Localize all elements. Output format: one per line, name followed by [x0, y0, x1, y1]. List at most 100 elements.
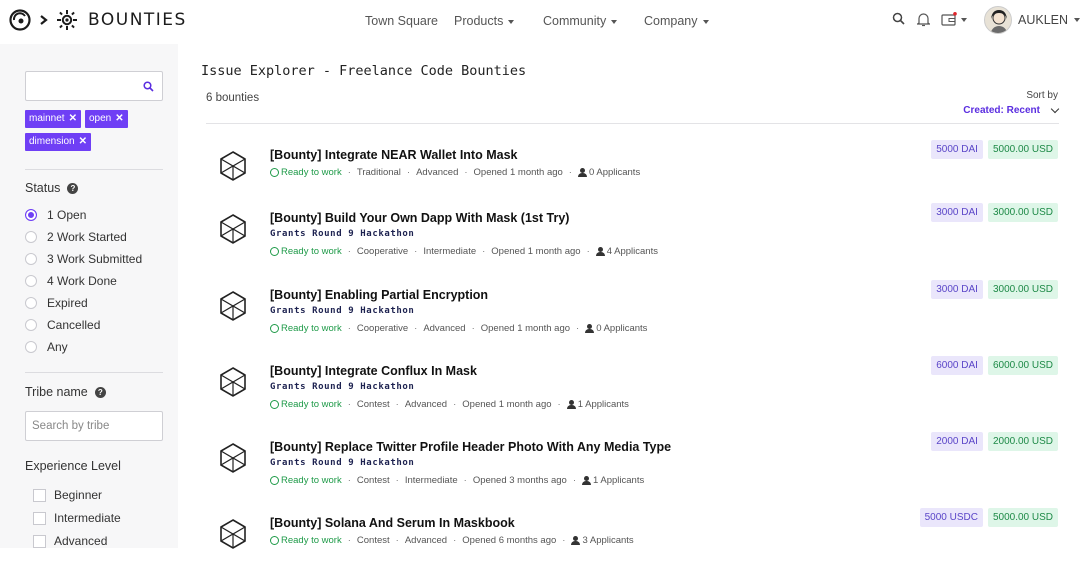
- experience-level: Intermediate: [423, 246, 477, 257]
- filter-chip[interactable]: open ✕: [84, 110, 128, 128]
- radio-button[interactable]: [25, 341, 37, 353]
- bounty-title[interactable]: [Bounty] Integrate Conflux In Mask: [270, 364, 477, 378]
- tribe-search-input[interactable]: [32, 412, 152, 440]
- help-icon[interactable]: ?: [67, 182, 79, 194]
- separator: ·: [395, 535, 399, 546]
- experience-option-beginner[interactable]: Beginner: [33, 488, 102, 502]
- wallet-button[interactable]: [941, 12, 967, 27]
- checkbox[interactable]: [33, 534, 46, 548]
- bounty-card[interactable]: [Bounty] Replace Twitter Profile Header …: [218, 432, 1058, 500]
- radio-button[interactable]: [25, 209, 37, 221]
- bounty-card[interactable]: [Bounty] Integrate NEAR Wallet Into Mask…: [218, 140, 1058, 208]
- option-label: 2 Work Started: [47, 230, 127, 244]
- status-text: Ready to work: [281, 399, 342, 410]
- experience-option-advanced[interactable]: Advanced: [33, 534, 107, 548]
- separator: ·: [557, 399, 561, 410]
- bounty-card[interactable]: [Bounty] Build Your Own Dapp With Mask (…: [218, 203, 1058, 271]
- status-ready: Ready to work: [270, 399, 342, 410]
- nav-town-square[interactable]: Town Square: [365, 14, 438, 28]
- status-option-cancelled[interactable]: Cancelled: [25, 318, 100, 332]
- bounty-grant[interactable]: Grants Round 9 Hackathon: [270, 306, 414, 316]
- checkbox[interactable]: [33, 511, 46, 525]
- remove-chip-icon[interactable]: ✕: [69, 113, 77, 125]
- nav-label: Company: [644, 14, 698, 28]
- bounty-title[interactable]: [Bounty] Solana And Serum In Maskbook: [270, 516, 515, 530]
- radio-button[interactable]: [25, 275, 37, 287]
- bounty-card[interactable]: [Bounty] Solana And Serum In Maskbook Re…: [218, 508, 1058, 576]
- radio-button[interactable]: [25, 297, 37, 309]
- search-icon: [892, 12, 905, 25]
- bounty-card[interactable]: [Bounty] Integrate Conflux In Mask Grant…: [218, 356, 1058, 424]
- separator: ·: [453, 399, 457, 410]
- status-option-work-started[interactable]: 2 Work Started: [25, 230, 127, 244]
- logo[interactable]: BOUNTIES: [8, 8, 187, 32]
- status-option-open[interactable]: 1 Open: [25, 208, 86, 222]
- status-option-work-done[interactable]: 4 Work Done: [25, 274, 117, 288]
- username: AUKLEN: [1018, 13, 1069, 27]
- status-option-work-submitted[interactable]: 3 Work Submitted: [25, 252, 142, 266]
- bounty-title[interactable]: [Bounty] Enabling Partial Encryption: [270, 288, 488, 302]
- status-option-any[interactable]: Any: [25, 340, 68, 354]
- remove-chip-icon[interactable]: ✕: [79, 136, 87, 148]
- ready-circle-icon: [270, 324, 279, 333]
- person-icon: [577, 168, 587, 177]
- bounty-grant[interactable]: Grants Round 9 Hackathon: [270, 382, 414, 392]
- brand-name: BOUNTIES: [88, 10, 187, 30]
- bounty-title[interactable]: [Bounty] Build Your Own Dapp With Mask (…: [270, 211, 569, 225]
- top-navbar: BOUNTIES Town Square Products Community …: [0, 0, 1080, 44]
- notifications-button[interactable]: [917, 12, 930, 27]
- remove-chip-icon[interactable]: ✕: [115, 113, 123, 125]
- radio-button[interactable]: [25, 253, 37, 265]
- user-menu[interactable]: AUKLEN: [984, 6, 1080, 34]
- ready-circle-icon: [270, 476, 279, 485]
- bell-icon: [917, 13, 930, 27]
- search-button[interactable]: [892, 12, 905, 25]
- status-ready: Ready to work: [270, 167, 342, 178]
- bounty-grant[interactable]: Grants Round 9 Hackathon: [270, 229, 414, 239]
- bounty-grant[interactable]: Grants Round 9 Hackathon: [270, 458, 414, 468]
- separator: ·: [347, 323, 351, 334]
- opened-time: Opened 1 month ago: [480, 323, 571, 334]
- separator: ·: [347, 399, 351, 410]
- bounty-title[interactable]: [Bounty] Replace Twitter Profile Header …: [270, 440, 671, 454]
- bounty-hex-icon: [220, 151, 246, 181]
- filter-chip[interactable]: mainnet ✕: [25, 110, 81, 128]
- nav-company[interactable]: Company: [644, 14, 709, 28]
- help-icon[interactable]: ?: [94, 386, 106, 398]
- status-ready: Ready to work: [270, 535, 342, 546]
- bounty-card[interactable]: [Bounty] Enabling Partial Encryption Gra…: [218, 280, 1058, 348]
- bounty-hex-icon: [220, 443, 246, 473]
- project-type: Contest: [356, 535, 390, 546]
- status-option-expired[interactable]: Expired: [25, 296, 88, 310]
- option-label: Beginner: [54, 488, 103, 502]
- bounty-count: 6 bounties: [206, 92, 260, 104]
- nav-community[interactable]: Community: [543, 14, 618, 28]
- opened-time: Opened 6 months ago: [462, 535, 557, 546]
- filter-chip[interactable]: dimension ✕: [25, 133, 91, 151]
- opened-time: Opened 1 month ago: [491, 246, 581, 257]
- ready-circle-icon: [270, 536, 279, 545]
- nav-label: Community: [543, 14, 607, 28]
- applicants-count: 0 Applicants: [596, 323, 648, 334]
- nav-label: Products: [454, 14, 504, 28]
- nav-products[interactable]: Products: [454, 14, 515, 28]
- caret-down-icon: [508, 19, 515, 24]
- radio-button[interactable]: [25, 231, 37, 243]
- checkbox[interactable]: [33, 488, 46, 502]
- separator: ·: [568, 167, 572, 178]
- experience-option-intermediate[interactable]: Intermediate: [33, 511, 121, 525]
- bounty-amounts: 5000 DAI 5000.00 USD: [931, 140, 1058, 159]
- bounty-title[interactable]: [Bounty] Integrate NEAR Wallet Into Mask: [270, 148, 517, 162]
- person-icon: [566, 400, 576, 409]
- search-icon[interactable]: [143, 81, 154, 92]
- section-label: Status: [25, 181, 61, 195]
- applicants-count: 1 Applicants: [577, 399, 629, 410]
- opened-time: Opened 1 month ago: [473, 167, 563, 178]
- option-label: Advanced: [54, 534, 108, 548]
- sort-dropdown[interactable]: Created: Recent: [963, 104, 1060, 116]
- radio-button[interactable]: [25, 319, 37, 331]
- usd-amount-badge: 6000.00 USD: [987, 356, 1058, 375]
- bounty-amounts: 6000 DAI 6000.00 USD: [931, 356, 1058, 375]
- keyword-search-input[interactable]: [32, 72, 142, 100]
- opened-time: Opened 1 month ago: [462, 399, 552, 410]
